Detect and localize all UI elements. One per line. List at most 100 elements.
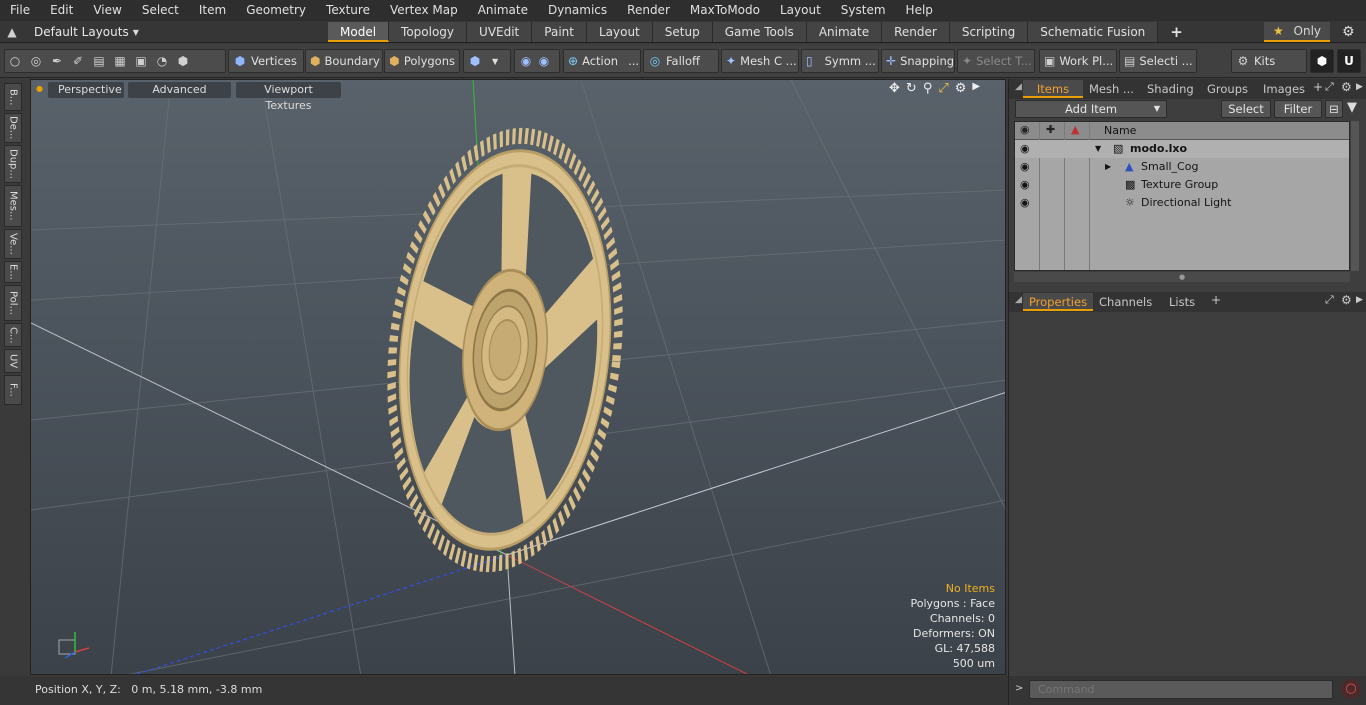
left-tab-uv[interactable]: UV (4, 349, 22, 373)
3d-viewport[interactable]: ● Perspective Advanced Viewport Textures… (30, 79, 1006, 675)
sphere-gear-icon[interactable]: ◉ (537, 54, 551, 68)
circle-select-icon[interactable]: ○ (8, 54, 22, 68)
panel-gear-icon[interactable]: ⚙ (1341, 80, 1352, 94)
menu-maxtomodo[interactable]: MaxToModo (680, 0, 770, 21)
select-through-button[interactable]: ✦ Select T... (957, 49, 1035, 73)
expand-panel-icon[interactable]: ⤢ (1325, 293, 1334, 307)
tab-scripting[interactable]: Scripting (949, 22, 1029, 42)
panel-gear-icon[interactable]: ⚙ (1341, 293, 1352, 307)
unity-button[interactable]: ⬢ (1310, 49, 1334, 73)
panel-expand-arrow-icon[interactable]: ▶ (1356, 82, 1363, 92)
list-scrollbar[interactable] (1351, 121, 1359, 271)
left-tab-duplicate[interactable]: Dup... (4, 145, 22, 183)
panel-menu-icon[interactable]: ◢ (1015, 295, 1022, 305)
eye-icon[interactable]: ◉ (1020, 176, 1030, 194)
name-column-header[interactable]: Name (1104, 124, 1136, 137)
tab-setup[interactable]: Setup (652, 22, 713, 42)
menu-item[interactable]: Item (189, 0, 236, 21)
collapse-list-button[interactable]: ⊟ (1325, 100, 1343, 118)
add-tab-icon[interactable]: + (1313, 80, 1323, 94)
menu-layout[interactable]: Layout (770, 0, 831, 21)
vertices-button[interactable]: ⬢ Vertices (228, 49, 304, 73)
selection-sets-button[interactable]: ▤ Selecti ... (1119, 49, 1197, 73)
grid-icon[interactable]: ▦ (113, 54, 127, 68)
tab-topology[interactable]: Topology (389, 22, 468, 42)
menu-select[interactable]: Select (132, 0, 189, 21)
fit-view-icon[interactable]: ⤢ (938, 81, 948, 96)
brush-icon[interactable]: ✐ (71, 54, 85, 68)
list-item[interactable]: ◉ ▩ Texture Group (1015, 176, 1349, 194)
pen-tool-icon[interactable]: ✒ (50, 54, 64, 68)
snapping-button[interactable]: ✛ Snapping (881, 49, 955, 73)
filter-button[interactable]: Filter (1274, 100, 1322, 118)
tab-schematic-fusion[interactable]: Schematic Fusion (1028, 22, 1159, 42)
square-icon[interactable]: ▣ (134, 54, 148, 68)
list-item[interactable]: ◉ ☼ Directional Light (1015, 194, 1349, 212)
tab-properties[interactable]: Properties (1023, 293, 1093, 311)
left-tab-curve[interactable]: C... (4, 323, 22, 347)
falloff-button[interactable]: ◎ Falloff (643, 49, 719, 73)
panel-menu-icon[interactable]: ◢ (1015, 82, 1022, 92)
tab-mesh-ops[interactable]: Mesh ... (1089, 80, 1134, 98)
collapse-arrow-icon[interactable]: ▼ (1095, 140, 1101, 158)
tab-render[interactable]: Render (882, 22, 950, 42)
list-item[interactable]: ◉ ▶ ▲ Small_Cog (1015, 158, 1349, 176)
collapse-icon[interactable]: ▲ (6, 25, 18, 39)
expand-panel-icon[interactable]: ⤢ (1325, 80, 1334, 94)
viewport-expand-icon[interactable]: ▶ (972, 81, 980, 96)
filter-funnel-icon[interactable]: ▼ (1347, 100, 1357, 115)
list-item[interactable]: ◉ ▼ ▧ modo.lxo (1015, 140, 1349, 158)
left-tab-vertex[interactable]: Ve... (4, 229, 22, 259)
record-icon[interactable]: ○ (1341, 679, 1361, 699)
tab-images[interactable]: Images (1263, 80, 1305, 98)
kits-button[interactable]: ⚙ Kits (1231, 49, 1307, 73)
eye-icon[interactable]: ◉ (1020, 158, 1030, 176)
viewport-gear-icon[interactable]: ⚙ (955, 81, 967, 96)
menu-help[interactable]: Help (896, 0, 943, 21)
tab-items[interactable]: Items (1023, 80, 1083, 98)
polygons-button[interactable]: ⬢ Polygons (384, 49, 460, 73)
pie-icon[interactable]: ◔ (155, 54, 169, 68)
sphere-shield-icon[interactable]: ◉ (519, 54, 533, 68)
align-icon[interactable]: ▤ (92, 54, 106, 68)
rotate-view-icon[interactable]: ↻ (906, 81, 917, 96)
tab-game-tools[interactable]: Game Tools (712, 22, 807, 42)
menu-render[interactable]: Render (617, 0, 680, 21)
work-plane-button[interactable]: ▣ Work Pl... (1039, 49, 1117, 73)
resize-handle[interactable]: ● (1014, 272, 1350, 282)
expand-arrow-icon[interactable]: ▶ (1105, 158, 1111, 176)
add-item-dropdown[interactable]: Add Item ▼ (1015, 100, 1167, 118)
viewport-textures-tab[interactable]: Viewport Textures (236, 82, 341, 112)
menu-edit[interactable]: Edit (40, 0, 83, 21)
tab-layout[interactable]: Layout (586, 22, 653, 42)
viewport-menu-dot-icon[interactable]: ● (36, 84, 43, 93)
boundary-button[interactable]: ⬢ Boundary (305, 49, 383, 73)
only-toggle[interactable]: ★ Only (1264, 22, 1330, 42)
zoom-view-icon[interactable]: ⚲ (923, 81, 933, 96)
menu-animate[interactable]: Animate (468, 0, 538, 21)
eye-icon[interactable]: ◉ (1020, 194, 1030, 212)
left-tab-polygon[interactable]: Pol... (4, 285, 22, 321)
symmetry-button[interactable]: ▯ Symm ... (801, 49, 879, 73)
menu-vertex-map[interactable]: Vertex Map (380, 0, 468, 21)
visibility-column-icon[interactable]: ◉ (1020, 123, 1030, 136)
tab-groups[interactable]: Groups (1207, 80, 1248, 98)
left-tab-fusion[interactable]: F... (4, 375, 22, 405)
menu-dynamics[interactable]: Dynamics (538, 0, 617, 21)
eye-icon[interactable]: ◉ (1020, 140, 1030, 158)
tab-channels[interactable]: Channels (1099, 293, 1152, 311)
axis-column-icon[interactable]: ▲ (1071, 123, 1079, 136)
panel-expand-arrow-icon[interactable]: ▶ (1356, 295, 1363, 305)
move-view-icon[interactable]: ✥ (889, 81, 900, 96)
left-tab-edge[interactable]: E... (4, 261, 22, 283)
command-input[interactable] (1029, 680, 1333, 699)
tab-model[interactable]: Model (328, 22, 390, 42)
left-tab-deform[interactable]: De... (4, 113, 22, 143)
menu-geometry[interactable]: Geometry (236, 0, 316, 21)
action-button[interactable]: ⊕ Action ... (563, 49, 641, 73)
sphere-icon[interactable]: ◎ (29, 54, 43, 68)
tab-shading[interactable]: Shading (1147, 80, 1194, 98)
advanced-tab[interactable]: Advanced (128, 82, 231, 98)
select-button[interactable]: Select (1221, 100, 1271, 118)
perspective-tab[interactable]: Perspective (48, 82, 124, 98)
